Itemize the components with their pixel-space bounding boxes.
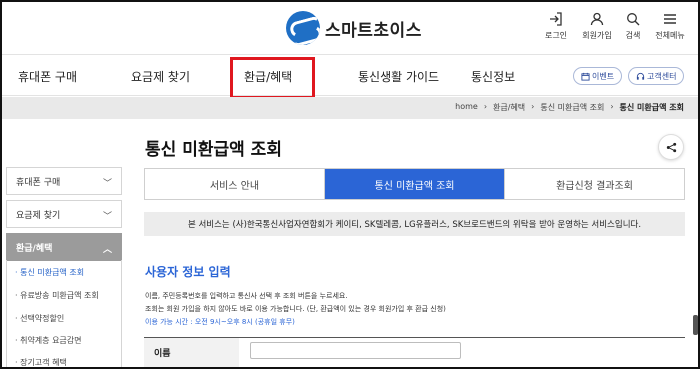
sidebar-submenu: · 통신 미환급액 조회 · 유료방송 미환급액 조회 · 선택약정할인 · 취… [6, 260, 122, 369]
page-title: 통신 미환급액 조회 [145, 140, 282, 160]
login-icon [550, 12, 562, 26]
breadcrumb-refund[interactable]: 환급/혜택 [493, 102, 525, 113]
all-menu-button[interactable]: 전체메뉴 [650, 12, 690, 41]
breadcrumb-home[interactable]: home [455, 102, 478, 113]
chevron-right-icon: › [610, 102, 614, 111]
headset-icon [636, 72, 645, 80]
nav-item-phone-purchase[interactable]: 휴대폰 구매 [18, 68, 77, 85]
breadcrumb-current: 통신 미환급액 조회 [619, 103, 684, 112]
share-button[interactable] [658, 134, 684, 160]
chevron-down-icon: ﹀ [102, 212, 112, 222]
section-desc-2: 조회는 회원 가입을 하지 않아도 바로 이용 가능합니다. (단, 환급액이 … [145, 305, 446, 313]
menu-icon [664, 14, 676, 24]
name-input[interactable] [250, 342, 461, 359]
tab-unrefunded-lookup[interactable]: 통신 미환급액 조회 [325, 169, 505, 199]
service-hours: 이용 가능 시간 : 오전 9시~오후 8시 (공휴일 휴무) [145, 318, 295, 326]
sidebar-item-phone-purchase[interactable]: 휴대폰 구매 ﹀ [6, 167, 122, 195]
sidebar-subitem-long-term[interactable]: · 장기고객 혜택 [15, 357, 67, 368]
search-button[interactable]: 검색 [613, 12, 653, 41]
signup-button[interactable]: 회원가입 [577, 12, 617, 41]
user-icon [590, 12, 604, 26]
signup-label: 회원가입 [582, 31, 612, 40]
tab-service-info[interactable]: 서비스 안내 [145, 169, 325, 199]
highlight-annotation-box [230, 57, 315, 99]
sidebar-subitem-paytv[interactable]: · 유료방송 미환급액 조회 [15, 290, 99, 301]
site-logo[interactable]: 스마트초이스 [286, 10, 422, 46]
customer-center-button[interactable]: 고객센터 [628, 67, 685, 85]
site-header: 스마트초이스 로그인 회원가입 검색 전체메뉴 [0, 0, 700, 55]
sidebar-item-label: 요금제 찾기 [16, 210, 61, 221]
service-notice: 본 서비스는 (사)한국통신사업자연합회가 케이티, SK텔레콤, LG유플러스… [144, 212, 685, 236]
event-label: 이벤트 [592, 71, 615, 81]
event-button[interactable]: 이벤트 [573, 67, 623, 85]
login-label: 로그인 [544, 31, 568, 40]
section-desc-1: 이름, 주민등록번호를 입력하고 통신사 선택 후 조회 버튼을 누르세요. [145, 292, 348, 300]
nav-item-plan-search[interactable]: 요금제 찾기 [131, 68, 190, 85]
breadcrumb: home › 환급/혜택 › 통신 미환급액 조회 › 통신 미환급액 조회 [455, 102, 684, 113]
sidebar-item-label: 휴대폰 구매 [16, 177, 61, 188]
tab-refund-result[interactable]: 환급신청 결과조회 [505, 169, 684, 199]
chevron-up-icon: ︿ [102, 245, 112, 255]
login-button[interactable]: 로그인 [536, 12, 576, 41]
chevron-down-icon: ﹀ [102, 179, 112, 189]
sidebar-subitem-selective-discount[interactable]: · 선택약정할인 [15, 313, 64, 324]
nav-item-telecom-guide[interactable]: 통신생활 가이드 [358, 68, 439, 85]
scrollbar-thumb[interactable] [693, 315, 698, 335]
calendar-icon [581, 72, 590, 81]
share-icon [666, 142, 676, 152]
logo-text: 스마트초이스 [325, 20, 422, 41]
sidebar-subitem-vulnerable-reduction[interactable]: · 취약계층 요금감면 [15, 335, 82, 346]
breadcrumb-unrefunded[interactable]: 통신 미환급액 조회 [540, 102, 604, 113]
search-label: 검색 [625, 31, 641, 40]
name-label: 이름 [144, 338, 239, 369]
breadcrumb-bar: home › 환급/혜택 › 통신 미환급액 조회 › 통신 미환급액 조회 [0, 97, 700, 119]
section-title: 사용자 정보 입력 [145, 265, 231, 279]
sidebar-item-refund-benefit[interactable]: 환급/혜택 ︿ [6, 233, 122, 261]
search-icon [627, 13, 640, 26]
nav-item-telecom-info[interactable]: 통신정보 [471, 68, 515, 85]
sidebar-item-plan-search[interactable]: 요금제 찾기 ﹀ [6, 200, 122, 228]
content-tabs: 서비스 안내 통신 미환급액 조회 환급신청 결과조회 [144, 168, 685, 200]
all-menu-label: 전체메뉴 [655, 31, 685, 40]
form-row-name: 이름 [144, 337, 685, 369]
chevron-right-icon: › [531, 102, 535, 111]
sidebar-subitem-unrefunded[interactable]: · 통신 미환급액 조회 [15, 267, 84, 278]
logo-mark-icon [286, 11, 320, 45]
customer-center-label: 고객센터 [647, 71, 677, 81]
chevron-right-icon: › [483, 102, 488, 111]
sidebar-item-label: 환급/혜택 [16, 243, 53, 254]
